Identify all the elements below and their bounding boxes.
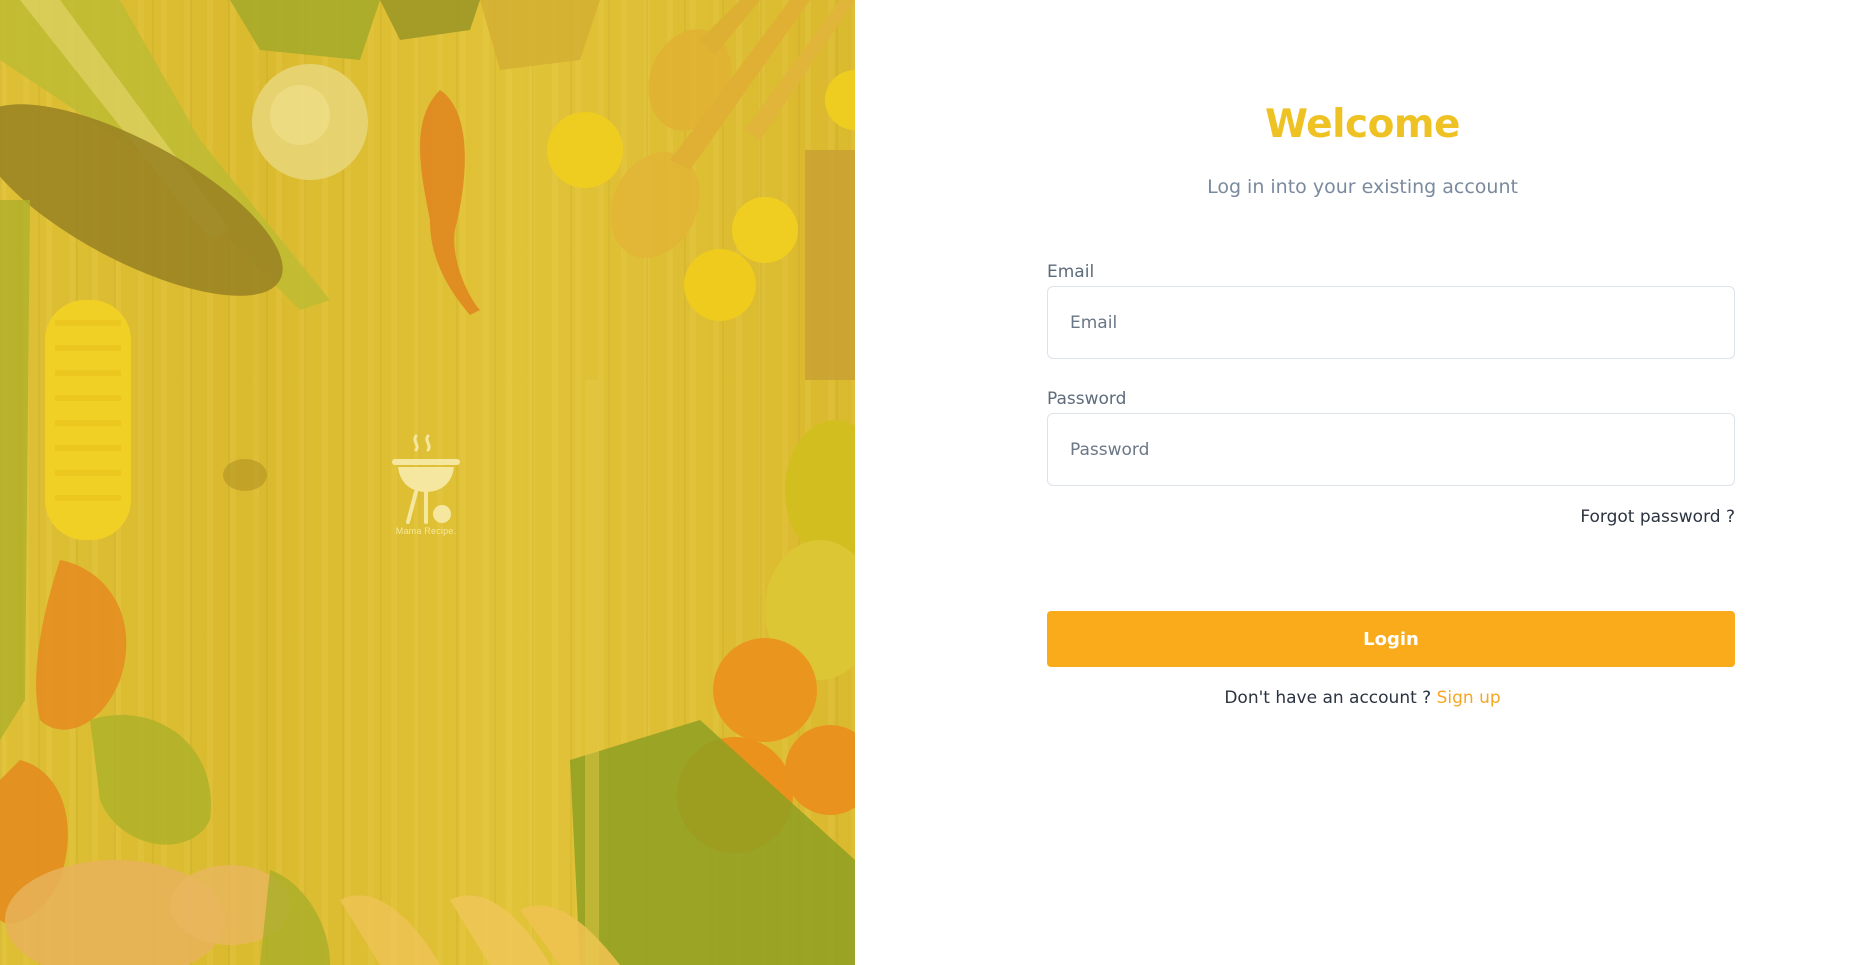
forgot-password-link[interactable]: Forgot password ?	[1580, 507, 1735, 527]
email-input[interactable]	[1047, 286, 1735, 359]
email-label: Email	[1047, 262, 1095, 282]
brand-name: Mama Recipe.	[395, 526, 457, 536]
signup-link[interactable]: Sign up	[1437, 688, 1501, 708]
hero-image-panel: Mama Recipe.	[0, 0, 855, 965]
no-account-text: Don't have an account ?	[1224, 688, 1432, 708]
signup-prompt: Don't have an account ? Sign up	[855, 688, 1870, 708]
password-input[interactable]	[1047, 413, 1735, 486]
login-panel: Welcome Log in into your existing accoun…	[855, 0, 1870, 965]
page-title: Welcome	[1265, 102, 1460, 147]
page-subtitle: Log in into your existing account	[1207, 176, 1518, 198]
login-button[interactable]: Login	[1047, 611, 1735, 667]
password-label: Password	[1047, 389, 1127, 409]
brand-logo: Mama Recipe.	[386, 432, 466, 536]
barbecue-grill-icon	[392, 434, 460, 524]
